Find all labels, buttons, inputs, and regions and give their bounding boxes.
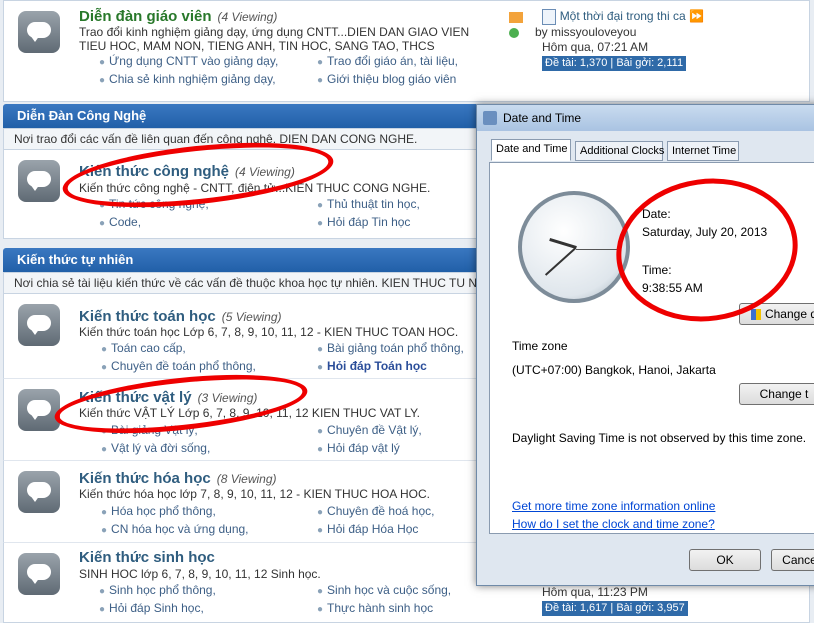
forum-bubble-icon [18,553,60,595]
node-description: Kiến thức hóa học lớp 7, 8, 9, 10, 11, 1… [79,487,430,501]
clock-help-link[interactable]: How do I set the clock and time zone? [512,517,715,531]
ok-button[interactable]: OK [689,549,761,571]
change-timezone-button[interactable]: Change t [739,383,814,405]
clock-app-icon [483,111,497,125]
node-description: SINH HOC lớp 6, 7, 8, 9, 10, 11, 12 Sinh… [79,567,321,581]
tab-additional-clocks[interactable]: Additional Clocks [575,141,664,161]
node-description: Kiến thức toán học Lớp 6, 7, 8, 9, 10, 1… [79,325,459,339]
subforum-link[interactable]: ● Hỏi đáp Hóa Học [317,522,418,536]
subforum-link[interactable]: ● Vật lý và đời sống, [101,441,210,455]
cancel-button[interactable]: Cance [771,549,814,571]
document-icon [542,9,557,25]
node-title-link[interactable]: Diễn đàn giáo viên (4 Viewing) [79,8,277,25]
subforum-link[interactable]: ● Sinh học và cuộc sống, [317,583,451,597]
subforum-link[interactable]: ● Thực hành sinh học [317,601,433,615]
second-hand [576,249,620,250]
forum-bubble-icon [18,11,60,53]
analog-clock [518,191,630,303]
subforum-link[interactable]: ● Chuyên đề hoá học, [317,504,434,518]
last-post: Hôm qua, 11:23 PM Đề tài: 1,617 | Bài gở… [542,585,688,616]
subforum-link[interactable]: ● Bài giảng toán phổ thông, [317,341,464,355]
forum-node-giao-vien: Diễn đàn giáo viên (4 Viewing) Trao đổi k… [3,0,810,102]
node-title-link[interactable]: Kiến thức hóa học (8 Viewing) [79,470,277,487]
tab-internet-time[interactable]: Internet Time [667,141,739,161]
forum-bubble-icon [18,160,60,202]
timezone-label: Time zone [512,339,568,353]
subforum-link[interactable]: ● Code, [99,215,141,229]
last-post: Một thời đại trong thi ca ⏩ by missyoulo… [509,9,704,71]
subforum-link[interactable]: ● Hóa học phổ thông, [101,504,216,518]
subforum-link[interactable]: ● Thủ thuật tin học, [317,197,420,211]
subforum-link[interactable]: ● Trao đổi giáo án, tài liệu, [317,54,458,68]
stats-badge: Đề tài: 1,370 | Bài gởi: 2,111 [542,56,687,71]
rss-icon[interactable] [509,11,523,23]
uac-shield-icon [750,309,761,321]
subforum-link[interactable]: ● Chuyên đề Vật lý, [317,423,422,437]
minute-hand [544,247,576,276]
subforum-link[interactable]: ● Ứng dụng CNTT vào giảng dạy, [99,54,278,68]
go-to-post-icon[interactable]: ⏩ [689,9,704,23]
node-title-link[interactable]: Kiến thức sinh học [79,549,215,566]
hour-hand [549,237,577,249]
tab-panel: Date: Saturday, July 20, 2013 Time: 9:38… [489,162,814,534]
subforum-link[interactable]: ● Hỏi đáp Sinh học, [99,601,204,615]
subforum-link[interactable]: ● Hỏi đáp Tin học [317,215,410,229]
subforum-link[interactable]: ● Hỏi đáp vật lý [317,441,400,455]
status-icon [509,27,519,38]
last-post-title[interactable]: Một thời đại trong thi ca [560,9,686,23]
date-time-dialog: Date and Time Date and Time Additional C… [476,104,814,586]
node-description: Trao đổi kinh nghiệm giảng dạy, ứng dụng… [79,25,470,53]
subforum-link[interactable]: ● Hỏi đáp Toán học [317,359,427,373]
dialog-titlebar[interactable]: Date and Time [477,105,814,131]
node-title-link[interactable]: Kiến thức toán học (5 Viewing) [79,308,282,325]
subforum-link[interactable]: ● Sinh học phổ thông, [99,583,216,597]
forum-bubble-icon [18,304,60,346]
forum-bubble-icon [18,471,60,513]
subforum-link[interactable]: ● Chuyên đề toán phổ thông, [101,359,256,373]
timezone-info-link[interactable]: Get more time zone information online [512,499,715,513]
timezone-value: (UTC+07:00) Bangkok, Hanoi, Jakarta [512,363,716,377]
dst-note: Daylight Saving Time is not observed by … [512,431,807,445]
subforum-link[interactable]: ● Chia sẻ kinh nghiệm giảng dạy, [99,72,276,86]
stats-badge: Đề tài: 1,617 | Bài gởi: 3,957 [542,601,688,616]
tab-date-and-time[interactable]: Date and Time [491,139,571,161]
forum-bubble-icon [18,389,60,431]
subforum-link[interactable]: ● CN hóa học và ứng dụng, [101,522,249,536]
subforum-link[interactable]: ● Giới thiệu blog giáo viên [317,72,456,86]
subforum-link[interactable]: ● Toán cao cấp, [101,341,186,355]
